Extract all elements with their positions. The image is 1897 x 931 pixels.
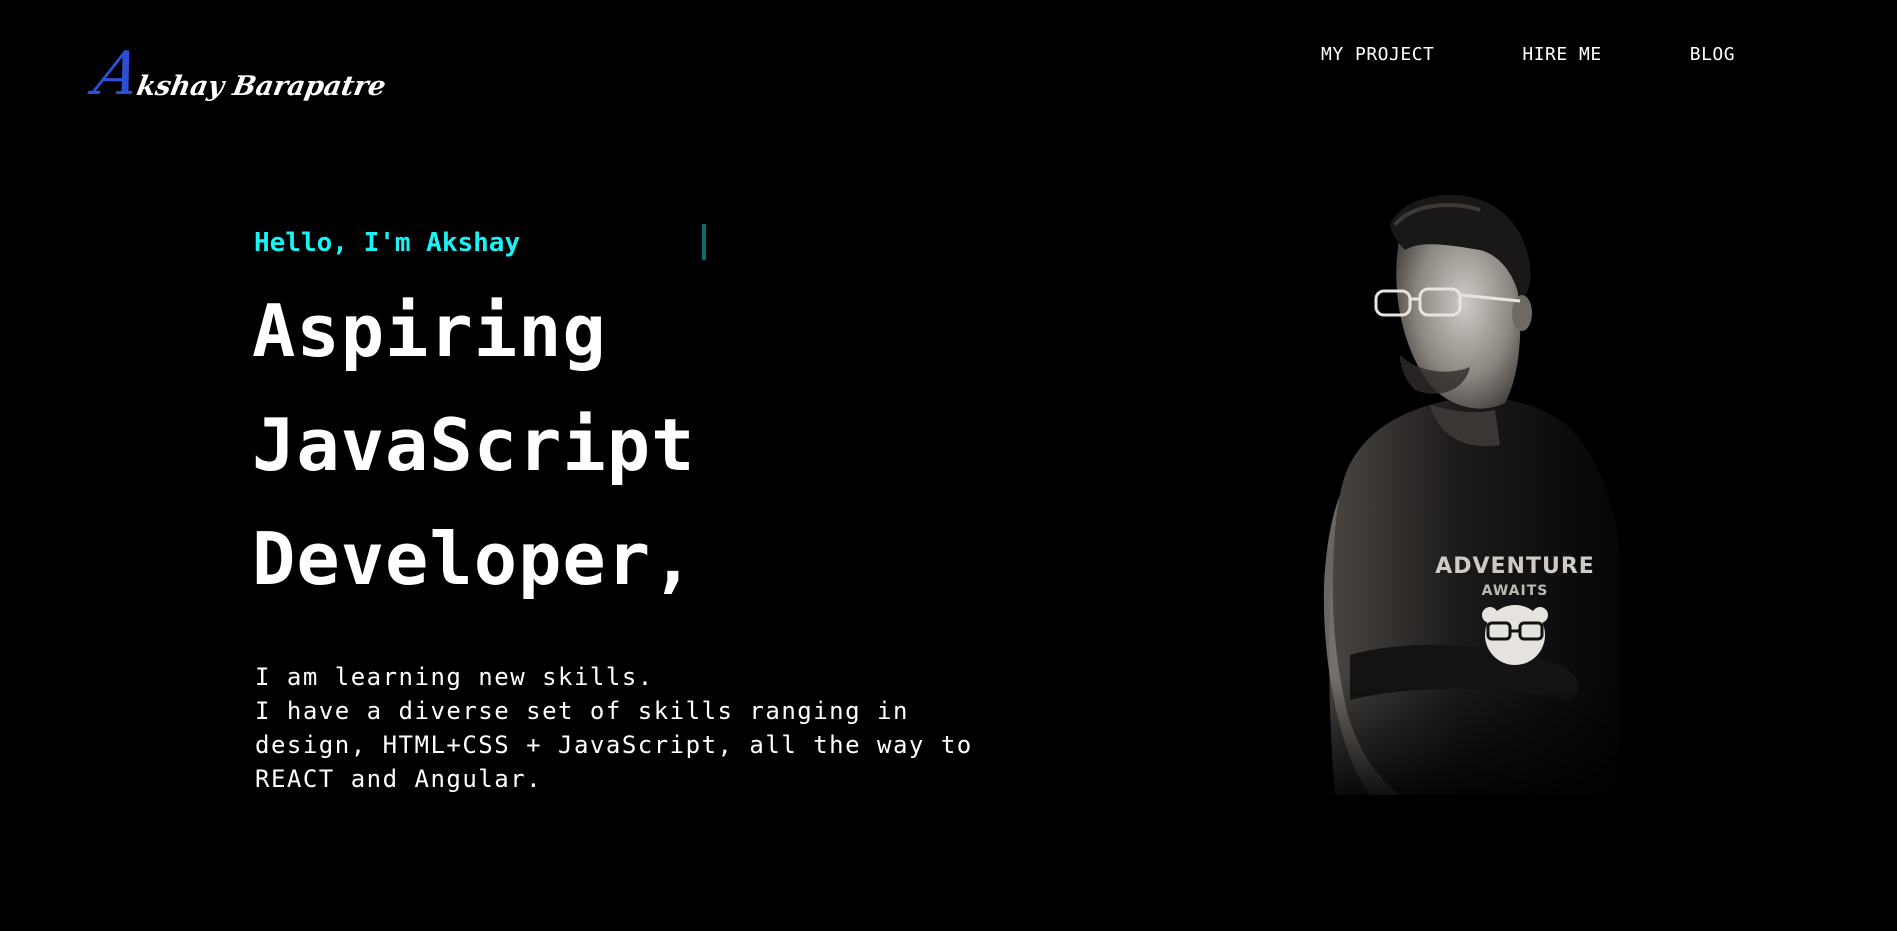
nav-link-blog[interactable]: BLOG <box>1690 44 1735 65</box>
nav-link-my-project[interactable]: MY PROJECT <box>1321 44 1434 65</box>
logo-initial: A <box>88 39 143 109</box>
shirt-print-line-2: AWAITS <box>1482 583 1549 599</box>
bio-line-2: I have a diverse set of skills ranging i… <box>255 697 909 725</box>
bio-line-3: design, HTML+CSS + JavaScript, all the w… <box>255 731 973 759</box>
hero-headline: Aspiring JavaScript Developer, <box>252 274 695 616</box>
headline-line-1: Aspiring <box>252 289 607 373</box>
nav-link-hire-me[interactable]: HIRE ME <box>1522 44 1601 65</box>
hero-bio: I am learning new skills. I have a diver… <box>255 660 975 796</box>
profile-portrait: ADVENTURE AWAITS <box>1320 195 1620 815</box>
site-logo[interactable]: A kshay Barapatre <box>89 39 389 109</box>
headline-line-3: Developer, <box>252 517 696 601</box>
bio-line-1: I am learning new skills. <box>255 663 654 691</box>
hero-greeting: Hello, I'm Akshay <box>254 228 521 258</box>
main-nav: MY PROJECT HIRE ME BLOG <box>1321 44 1735 65</box>
shirt-print-line-1: ADVENTURE <box>1435 554 1595 579</box>
bio-line-4: REACT and Angular. <box>255 765 543 793</box>
headline-line-2: JavaScript <box>252 403 696 487</box>
typing-cursor <box>702 224 706 260</box>
logo-name: kshay Barapatre <box>134 71 389 102</box>
